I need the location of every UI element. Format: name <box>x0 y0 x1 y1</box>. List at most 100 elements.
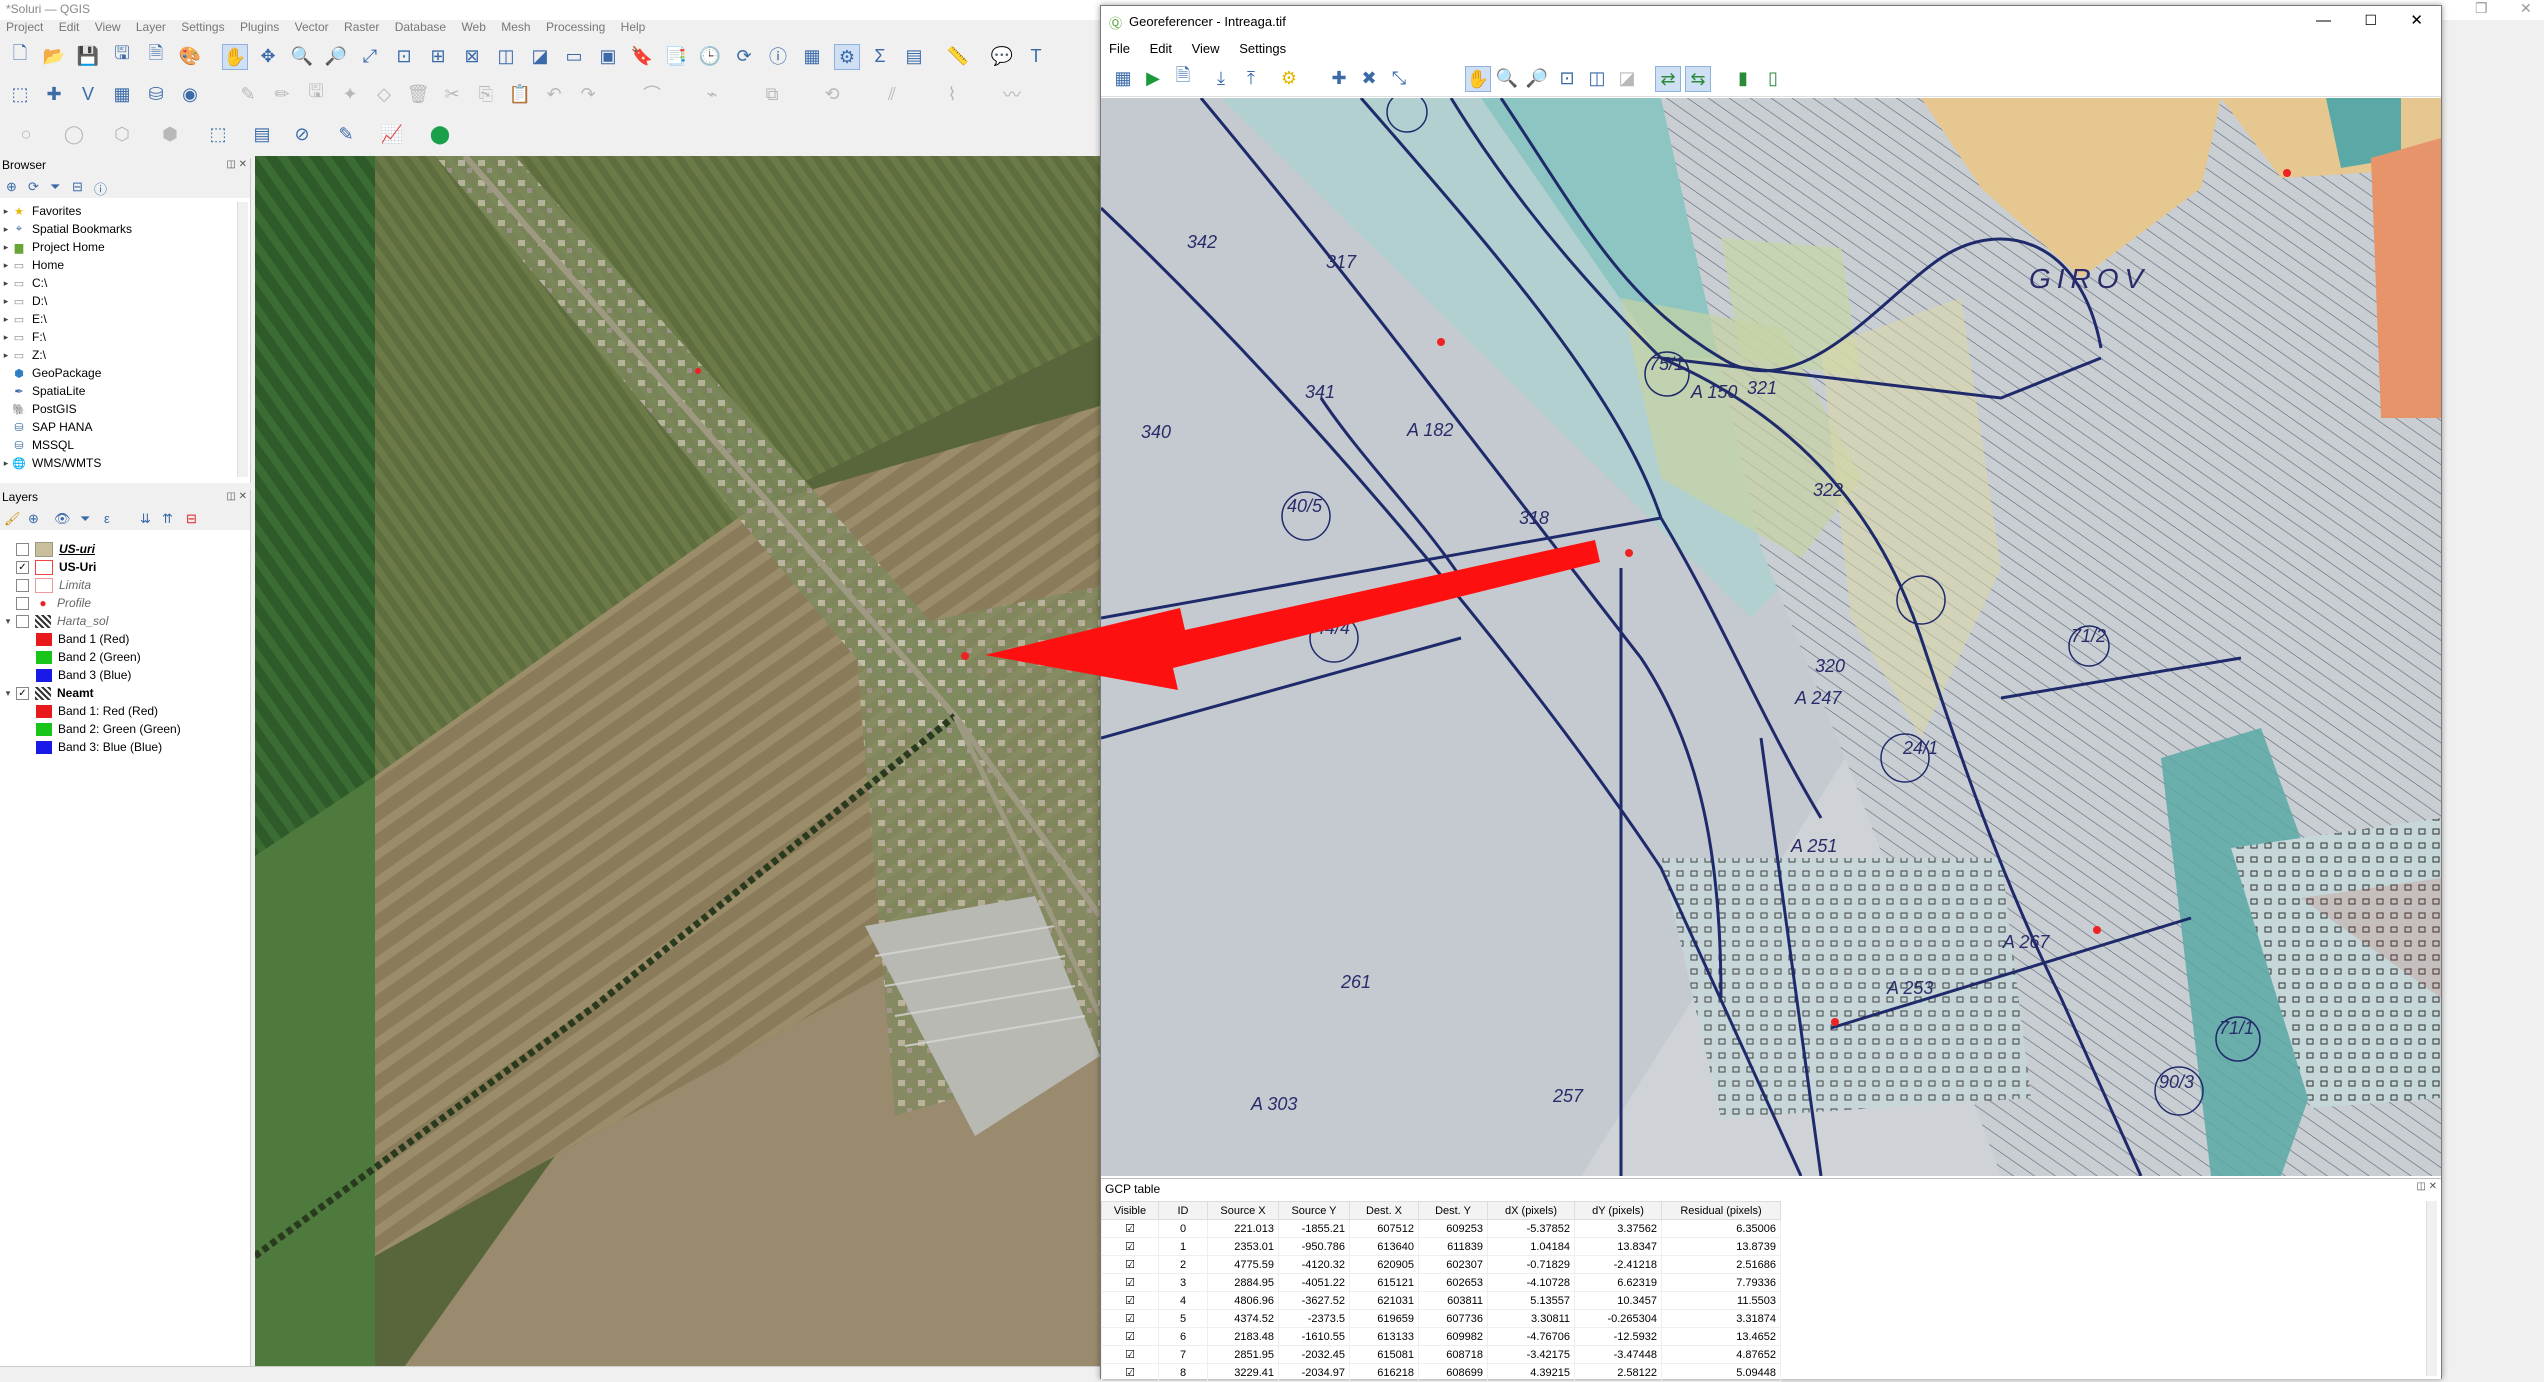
layer-neamt[interactable]: ▾ ✓ Neamt <box>0 684 250 702</box>
column-header[interactable]: Source Y <box>1278 1201 1350 1220</box>
column-header[interactable]: dX (pixels) <box>1487 1201 1575 1220</box>
zoom-layer-icon[interactable]: ⊡ <box>1555 66 1579 90</box>
layer-us-uri[interactable]: ✓ US-Uri <box>0 558 250 576</box>
maximize-icon[interactable]: ☐ <box>2364 12 2377 29</box>
refresh-icon[interactable]: ⟳ <box>28 179 39 195</box>
annotation-icon[interactable]: 💬 <box>990 44 1014 68</box>
menu-view[interactable]: View <box>95 20 121 34</box>
browser-item-mssql[interactable]: ⛁ MSSQL <box>0 436 236 454</box>
table-row[interactable]: ☑ 4 4806.96 -3627.52 621031 603811 5.13557 10.3… <box>1101 1291 1781 1310</box>
toggle-editing-icon[interactable]: ✎ <box>236 82 260 106</box>
link-georef-icon[interactable]: ⇄ <box>1655 66 1681 92</box>
visible-checkbox[interactable]: ☑ <box>1101 1363 1159 1382</box>
table-icon[interactable]: ▤ <box>902 44 926 68</box>
table-row[interactable]: ☑ 1 2353.01 -950.786 613640 611839 1.04184 13.8… <box>1101 1237 1781 1256</box>
open-raster-icon[interactable]: ▦ <box>1111 66 1135 90</box>
pan-icon[interactable]: ✋ <box>1465 66 1491 92</box>
open-project-icon[interactable]: 📂 <box>42 44 66 68</box>
paste-icon[interactable]: 📋 <box>508 82 532 106</box>
restore-icon[interactable]: ❐ <box>2475 0 2488 17</box>
expand-all-icon[interactable]: ⇊ <box>140 511 151 527</box>
zoom-native-icon[interactable]: ⊠ <box>460 44 484 68</box>
column-header[interactable]: Visible <box>1101 1201 1159 1220</box>
layer-visibility-checkbox[interactable]: ✓ <box>16 686 29 700</box>
zoom-last-icon[interactable]: ◫ <box>494 44 518 68</box>
collapse-icon[interactable]: ▾ <box>2 616 14 627</box>
expand-icon[interactable]: ▸ <box>0 458 12 469</box>
browser-scrollbar[interactable] <box>237 202 248 477</box>
column-header[interactable]: ID <box>1158 1201 1208 1220</box>
panel-float-close-icon[interactable]: ◫ ✕ <box>226 491 247 502</box>
generate-gdal-script-icon[interactable]: 🗎 <box>1171 65 1195 90</box>
menu-processing[interactable]: Processing <box>546 20 605 34</box>
expand-icon[interactable]: ▸ <box>0 206 12 217</box>
zoom-last-icon[interactable]: ◫ <box>1585 66 1609 90</box>
zoom-selection-icon[interactable]: ⊡ <box>392 44 416 68</box>
merge-icon[interactable]: ⧉ <box>760 82 784 106</box>
add-mesh-icon[interactable]: ⛁ <box>144 82 168 106</box>
menu-edit[interactable]: Edit <box>59 20 80 34</box>
collapse-icon[interactable]: ⊟ <box>72 179 83 195</box>
visible-checkbox[interactable]: ☑ <box>1101 1273 1159 1292</box>
add-raster-icon[interactable]: ▦ <box>110 82 134 106</box>
gcp-point-marker[interactable] <box>1625 549 1633 557</box>
layer-icon[interactable]: ⬚ <box>8 82 32 106</box>
zoom-out-icon[interactable]: 🔎 <box>324 44 348 68</box>
gcp-point-marker[interactable] <box>1437 338 1445 346</box>
browser-item-spatialite[interactable]: ✒ SpatiaLite <box>0 382 236 400</box>
pan-to-selection-icon[interactable]: ✥ <box>256 44 280 68</box>
expand-icon[interactable]: ▸ <box>0 278 12 289</box>
column-header[interactable]: Dest. X <box>1349 1201 1419 1220</box>
rotate-icon[interactable]: ⟲ <box>820 82 844 106</box>
table-row[interactable]: ☑ 0 221.013 -1855.21 607512 609253 -5.37852 3.3… <box>1101 1219 1781 1238</box>
rect-tool-icon[interactable]: ◯ <box>62 122 86 146</box>
new-map-view-icon[interactable]: ▭ <box>562 44 586 68</box>
expand-icon[interactable]: ▸ <box>0 350 12 361</box>
geo-menu-file[interactable]: File <box>1109 41 1130 56</box>
zoom-out-icon[interactable]: 🔎 <box>1525 66 1549 90</box>
zoom-in-icon[interactable]: 🔍 <box>1495 66 1519 90</box>
profile-tool-icon[interactable]: 📈 <box>380 122 404 146</box>
start-georeferencing-icon[interactable]: ▶ <box>1141 66 1165 90</box>
menu-help[interactable]: Help <box>621 20 646 34</box>
browser-item-spatial-bookmarks[interactable]: ▸ ⌖ Spatial Bookmarks <box>0 220 236 238</box>
remove-layer-icon[interactable]: ⊟ <box>186 511 197 527</box>
vertex-tool-icon[interactable]: ◇ <box>372 82 396 106</box>
gcp-point-marker[interactable] <box>2283 169 2291 177</box>
browser-item-postgis[interactable]: 🐘 PostGIS <box>0 400 236 418</box>
redo-icon[interactable]: ↷ <box>576 82 600 106</box>
filter-icon[interactable]: ⏷ <box>80 511 90 527</box>
print-layout-icon[interactable]: 🗎 <box>144 43 168 68</box>
menu-raster[interactable]: Raster <box>344 20 379 34</box>
select-features-icon[interactable]: ⬚ <box>206 122 230 146</box>
split-icon[interactable]: ⌁ <box>700 82 724 106</box>
text-annotation-icon[interactable]: T <box>1024 44 1048 68</box>
statistics-sigma-icon[interactable]: Σ <box>868 44 892 68</box>
visible-checkbox[interactable]: ☑ <box>1101 1327 1159 1346</box>
cut-icon[interactable]: ✂ <box>440 82 464 106</box>
histogram-stretch-icon[interactable]: ▮ <box>1731 66 1755 90</box>
browser-item-wms-wmts[interactable]: ▸ 🌐 WMS/WMTS <box>0 454 236 472</box>
info-icon[interactable]: ⓘ <box>94 179 107 198</box>
refresh-icon[interactable]: ⟳ <box>732 44 756 68</box>
column-header[interactable]: Source X <box>1207 1201 1279 1220</box>
transformation-settings-icon[interactable]: ⚙ <box>1277 66 1301 90</box>
offset-icon[interactable]: ⫽ <box>880 82 904 106</box>
shape-tool-icon[interactable]: ○ <box>14 122 38 146</box>
browser-item-geopackage[interactable]: ⬢ GeoPackage <box>0 364 236 382</box>
menu-web[interactable]: Web <box>461 20 485 34</box>
load-gcp-icon[interactable]: ⤓ <box>1209 66 1233 90</box>
expand-icon[interactable]: ▸ <box>0 332 12 343</box>
menu-vector[interactable]: Vector <box>295 20 329 34</box>
eye-icon[interactable]: 👁 <box>54 511 71 527</box>
browser-item-drive-d[interactable]: ▸ ▭ D:\ <box>0 292 236 310</box>
table-row[interactable]: ☑ 3 2884.95 -4051.22 615121 602653 -4.10728 6.6… <box>1101 1273 1781 1292</box>
add-wms-icon[interactable]: ◉ <box>178 82 202 106</box>
regular-polygon-icon[interactable]: ⬢ <box>158 122 182 146</box>
zoom-in-icon[interactable]: 🔍 <box>290 44 314 68</box>
map-canvas[interactable] <box>255 156 1100 1366</box>
bookmark-icon[interactable]: 🔖 <box>630 44 654 68</box>
add-group-icon[interactable]: ⊕ <box>28 511 39 527</box>
delete-point-icon[interactable]: ✖ <box>1357 66 1381 90</box>
layer-visibility-checkbox[interactable]: ✓ <box>16 560 29 574</box>
